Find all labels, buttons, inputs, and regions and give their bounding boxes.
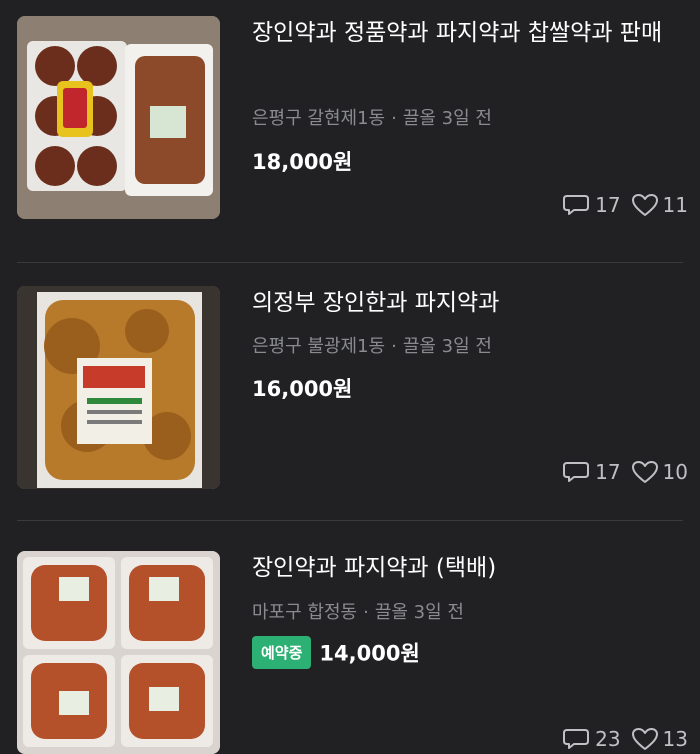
chat-count: 17: [595, 460, 621, 484]
listing-stats: 17 10: [563, 459, 688, 485]
listing-title[interactable]: 장인약과 파지약과 (택배): [252, 549, 692, 588]
listing-price: 16,000원: [252, 377, 353, 401]
listing-location: 마포구 합정동: [252, 602, 358, 623]
chat-count: 17: [595, 193, 621, 217]
listing-title[interactable]: 장인약과 정품약과 파지약과 찹쌀약과 판매: [252, 14, 692, 53]
like-count: 10: [662, 460, 688, 484]
listing-price: 18,000원: [252, 150, 353, 174]
listing-bump-time: 끌올 3일 전: [402, 108, 492, 129]
chat-bubble-icon: [563, 192, 591, 218]
chat-bubble-icon: [563, 459, 591, 485]
listing-meta: 은평구 불광제1동 · 끌올 3일 전: [252, 332, 492, 358]
divider: [17, 520, 683, 521]
listing-meta: 은평구 갈현제1동 · 끌올 3일 전: [252, 104, 492, 130]
heart-icon: [631, 193, 659, 217]
listing-location: 은평구 갈현제1동: [252, 108, 386, 129]
product-list: 장인약과 정품약과 파지약과 찹쌀약과 판매 은평구 갈현제1동 · 끌올 3일 전…: [0, 0, 700, 754]
listing-item[interactable]: 장인약과 파지약과 (택배) 마포구 합정동 · 끌올 3일 전 예약중 14,000…: [0, 535, 700, 754]
meta-separator: ·: [391, 108, 397, 129]
product-thumbnail[interactable]: [17, 16, 220, 219]
meta-separator: ·: [363, 602, 369, 623]
listing-stats: 23 13: [563, 726, 688, 752]
divider: [17, 262, 683, 263]
reserved-status-badge: 예약중: [252, 636, 312, 669]
listing-location: 은평구 불광제1동: [252, 336, 386, 357]
meta-separator: ·: [391, 336, 397, 357]
listing-meta: 마포구 합정동 · 끌올 3일 전: [252, 598, 464, 624]
listing-price: 14,000원: [319, 641, 420, 666]
listing-bump-time: 끌올 3일 전: [374, 602, 464, 623]
heart-icon: [631, 460, 659, 484]
product-thumbnail[interactable]: [17, 551, 220, 754]
listing-bump-time: 끌올 3일 전: [402, 336, 492, 357]
chat-count: 23: [595, 727, 621, 751]
listing-item[interactable]: 장인약과 정품약과 파지약과 찹쌀약과 판매 은평구 갈현제1동 · 끌올 3일 전…: [0, 0, 700, 262]
heart-icon: [631, 727, 659, 751]
listing-title[interactable]: 의정부 장인한과 파지약과: [252, 284, 692, 323]
chat-bubble-icon: [563, 726, 591, 752]
listing-stats: 17 11: [563, 192, 688, 218]
like-count: 13: [662, 727, 688, 751]
listing-price-row: 예약중 14,000원: [252, 636, 420, 669]
listing-item[interactable]: 의정부 장인한과 파지약과 은평구 불광제1동 · 끌올 3일 전 16,000원 …: [0, 270, 700, 520]
like-count: 11: [662, 193, 688, 217]
product-thumbnail[interactable]: [17, 286, 220, 489]
